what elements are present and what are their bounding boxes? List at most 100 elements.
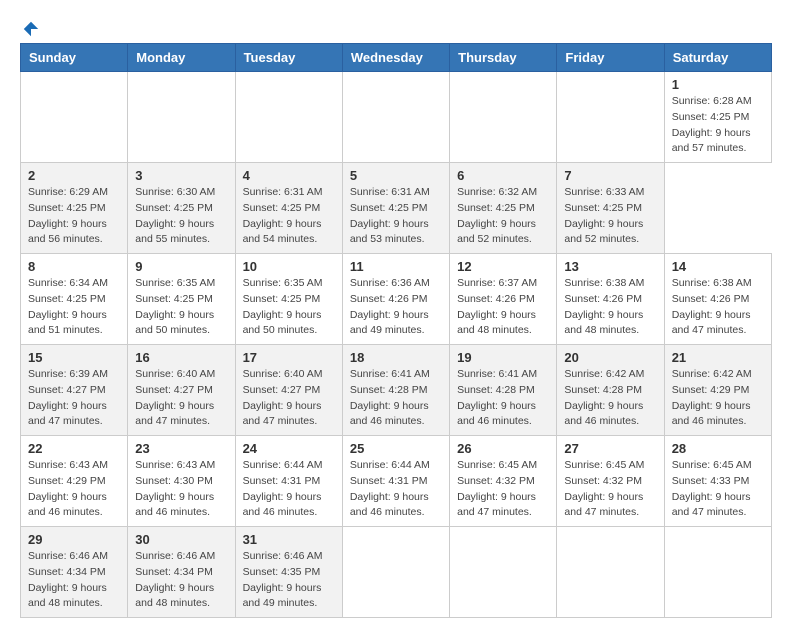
- day-cell-4: 4 Sunrise: 6:31 AMSunset: 4:25 PMDaylight…: [235, 163, 342, 254]
- week-row-1: 1 Sunrise: 6:28 AMSunset: 4:25 PMDaylight…: [21, 72, 772, 163]
- day-detail: Sunrise: 6:32 AMSunset: 4:25 PMDaylight:…: [457, 186, 537, 245]
- day-detail: Sunrise: 6:46 AMSunset: 4:34 PMDaylight:…: [135, 550, 215, 609]
- day-detail: Sunrise: 6:46 AMSunset: 4:34 PMDaylight:…: [28, 550, 108, 609]
- day-detail: Sunrise: 6:35 AMSunset: 4:25 PMDaylight:…: [135, 277, 215, 336]
- day-detail: Sunrise: 6:37 AMSunset: 4:26 PMDaylight:…: [457, 277, 537, 336]
- day-number: 7: [564, 168, 656, 183]
- empty-cell: [128, 72, 235, 163]
- day-cell-2: 2 Sunrise: 6:29 AMSunset: 4:25 PMDaylight…: [21, 163, 128, 254]
- day-number: 8: [28, 259, 120, 274]
- day-detail: Sunrise: 6:44 AMSunset: 4:31 PMDaylight:…: [350, 459, 430, 518]
- day-number: 3: [135, 168, 227, 183]
- empty-cell: [21, 72, 128, 163]
- day-number: 29: [28, 532, 120, 547]
- day-detail: Sunrise: 6:41 AMSunset: 4:28 PMDaylight:…: [350, 368, 430, 427]
- day-number: 24: [243, 441, 335, 456]
- day-number: 25: [350, 441, 442, 456]
- day-detail: Sunrise: 6:45 AMSunset: 4:32 PMDaylight:…: [457, 459, 537, 518]
- empty-cell: [342, 527, 449, 618]
- header: [20, 20, 772, 33]
- day-cell-19: 19 Sunrise: 6:41 AMSunset: 4:28 PMDayligh…: [450, 345, 557, 436]
- day-number: 15: [28, 350, 120, 365]
- day-cell-5: 5 Sunrise: 6:31 AMSunset: 4:25 PMDaylight…: [342, 163, 449, 254]
- header-tuesday: Tuesday: [235, 44, 342, 72]
- day-cell-22: 22 Sunrise: 6:43 AMSunset: 4:29 PMDayligh…: [21, 436, 128, 527]
- day-cell-15: 15 Sunrise: 6:39 AMSunset: 4:27 PMDayligh…: [21, 345, 128, 436]
- day-detail: Sunrise: 6:33 AMSunset: 4:25 PMDaylight:…: [564, 186, 644, 245]
- day-cell-18: 18Sunrise: 6:41 AMSunset: 4:28 PMDayligh…: [342, 345, 449, 436]
- day-cell-9: 9Sunrise: 6:35 AMSunset: 4:25 PMDaylight…: [128, 254, 235, 345]
- day-cell-13: 13Sunrise: 6:38 AMSunset: 4:26 PMDayligh…: [557, 254, 664, 345]
- day-cell-3: 3 Sunrise: 6:30 AMSunset: 4:25 PMDaylight…: [128, 163, 235, 254]
- day-cell-6: 6 Sunrise: 6:32 AMSunset: 4:25 PMDaylight…: [450, 163, 557, 254]
- day-detail: Sunrise: 6:31 AMSunset: 4:25 PMDaylight:…: [350, 186, 430, 245]
- day-number: 10: [243, 259, 335, 274]
- calendar-table: SundayMondayTuesdayWednesdayThursdayFrid…: [20, 43, 772, 618]
- day-cell-10: 10 Sunrise: 6:35 AMSunset: 4:25 PMDayligh…: [235, 254, 342, 345]
- empty-cell: [450, 72, 557, 163]
- day-detail: Sunrise: 6:46 AMSunset: 4:35 PMDaylight:…: [243, 550, 323, 609]
- day-number: 12: [457, 259, 549, 274]
- day-number: 6: [457, 168, 549, 183]
- day-detail: Sunrise: 6:28 AMSunset: 4:25 PMDaylight:…: [672, 95, 752, 154]
- day-detail: Sunrise: 6:45 AMSunset: 4:32 PMDaylight:…: [564, 459, 644, 518]
- day-cell-21: 21Sunrise: 6:42 AMSunset: 4:29 PMDayligh…: [664, 345, 771, 436]
- day-number: 27: [564, 441, 656, 456]
- days-header-row: SundayMondayTuesdayWednesdayThursdayFrid…: [21, 44, 772, 72]
- header-friday: Friday: [557, 44, 664, 72]
- day-cell-8: 8Sunrise: 6:34 AMSunset: 4:25 PMDaylight…: [21, 254, 128, 345]
- day-detail: Sunrise: 6:35 AMSunset: 4:25 PMDaylight:…: [243, 277, 323, 336]
- day-cell-25: 25 Sunrise: 6:44 AMSunset: 4:31 PMDayligh…: [342, 436, 449, 527]
- day-number: 4: [243, 168, 335, 183]
- day-number: 11: [350, 259, 442, 274]
- day-detail: Sunrise: 6:40 AMSunset: 4:27 PMDaylight:…: [135, 368, 215, 427]
- day-cell-27: 27 Sunrise: 6:45 AMSunset: 4:32 PMDayligh…: [557, 436, 664, 527]
- header-thursday: Thursday: [450, 44, 557, 72]
- day-cell-20: 20Sunrise: 6:42 AMSunset: 4:28 PMDayligh…: [557, 345, 664, 436]
- week-row-5: 22 Sunrise: 6:43 AMSunset: 4:29 PMDayligh…: [21, 436, 772, 527]
- day-detail: Sunrise: 6:38 AMSunset: 4:26 PMDaylight:…: [672, 277, 752, 336]
- day-cell-30: 30Sunrise: 6:46 AMSunset: 4:34 PMDayligh…: [128, 527, 235, 618]
- day-cell-16: 16 Sunrise: 6:40 AMSunset: 4:27 PMDayligh…: [128, 345, 235, 436]
- day-detail: Sunrise: 6:31 AMSunset: 4:25 PMDaylight:…: [243, 186, 323, 245]
- empty-cell: [450, 527, 557, 618]
- header-wednesday: Wednesday: [342, 44, 449, 72]
- day-detail: Sunrise: 6:43 AMSunset: 4:29 PMDaylight:…: [28, 459, 108, 518]
- day-number: 13: [564, 259, 656, 274]
- empty-cell: [342, 72, 449, 163]
- logo-icon: [22, 20, 40, 38]
- week-row-2: 2 Sunrise: 6:29 AMSunset: 4:25 PMDaylight…: [21, 163, 772, 254]
- day-detail: Sunrise: 6:30 AMSunset: 4:25 PMDaylight:…: [135, 186, 215, 245]
- header-monday: Monday: [128, 44, 235, 72]
- logo: [20, 20, 40, 33]
- day-cell-11: 11 Sunrise: 6:36 AMSunset: 4:26 PMDayligh…: [342, 254, 449, 345]
- day-number: 26: [457, 441, 549, 456]
- day-detail: Sunrise: 6:44 AMSunset: 4:31 PMDaylight:…: [243, 459, 323, 518]
- day-cell-23: 23Sunrise: 6:43 AMSunset: 4:30 PMDayligh…: [128, 436, 235, 527]
- week-row-6: 29 Sunrise: 6:46 AMSunset: 4:34 PMDayligh…: [21, 527, 772, 618]
- day-number: 14: [672, 259, 764, 274]
- day-detail: Sunrise: 6:39 AMSunset: 4:27 PMDaylight:…: [28, 368, 108, 427]
- day-number: 1: [672, 77, 764, 92]
- day-detail: Sunrise: 6:45 AMSunset: 4:33 PMDaylight:…: [672, 459, 752, 518]
- day-number: 5: [350, 168, 442, 183]
- day-cell-31: 31Sunrise: 6:46 AMSunset: 4:35 PMDayligh…: [235, 527, 342, 618]
- day-detail: Sunrise: 6:29 AMSunset: 4:25 PMDaylight:…: [28, 186, 108, 245]
- day-number: 2: [28, 168, 120, 183]
- day-cell-14: 14 Sunrise: 6:38 AMSunset: 4:26 PMDayligh…: [664, 254, 771, 345]
- day-detail: Sunrise: 6:41 AMSunset: 4:28 PMDaylight:…: [457, 368, 537, 427]
- day-number: 22: [28, 441, 120, 456]
- day-cell-17: 17Sunrise: 6:40 AMSunset: 4:27 PMDayligh…: [235, 345, 342, 436]
- day-detail: Sunrise: 6:42 AMSunset: 4:29 PMDaylight:…: [672, 368, 752, 427]
- day-cell-7: 7 Sunrise: 6:33 AMSunset: 4:25 PMDaylight…: [557, 163, 664, 254]
- day-cell-26: 26 Sunrise: 6:45 AMSunset: 4:32 PMDayligh…: [450, 436, 557, 527]
- header-sunday: Sunday: [21, 44, 128, 72]
- day-detail: Sunrise: 6:36 AMSunset: 4:26 PMDaylight:…: [350, 277, 430, 336]
- day-detail: Sunrise: 6:43 AMSunset: 4:30 PMDaylight:…: [135, 459, 215, 518]
- day-cell-1: 1 Sunrise: 6:28 AMSunset: 4:25 PMDaylight…: [664, 72, 771, 163]
- day-number: 20: [564, 350, 656, 365]
- day-number: 16: [135, 350, 227, 365]
- day-cell-29: 29 Sunrise: 6:46 AMSunset: 4:34 PMDayligh…: [21, 527, 128, 618]
- day-number: 19: [457, 350, 549, 365]
- day-detail: Sunrise: 6:40 AMSunset: 4:27 PMDaylight:…: [243, 368, 323, 427]
